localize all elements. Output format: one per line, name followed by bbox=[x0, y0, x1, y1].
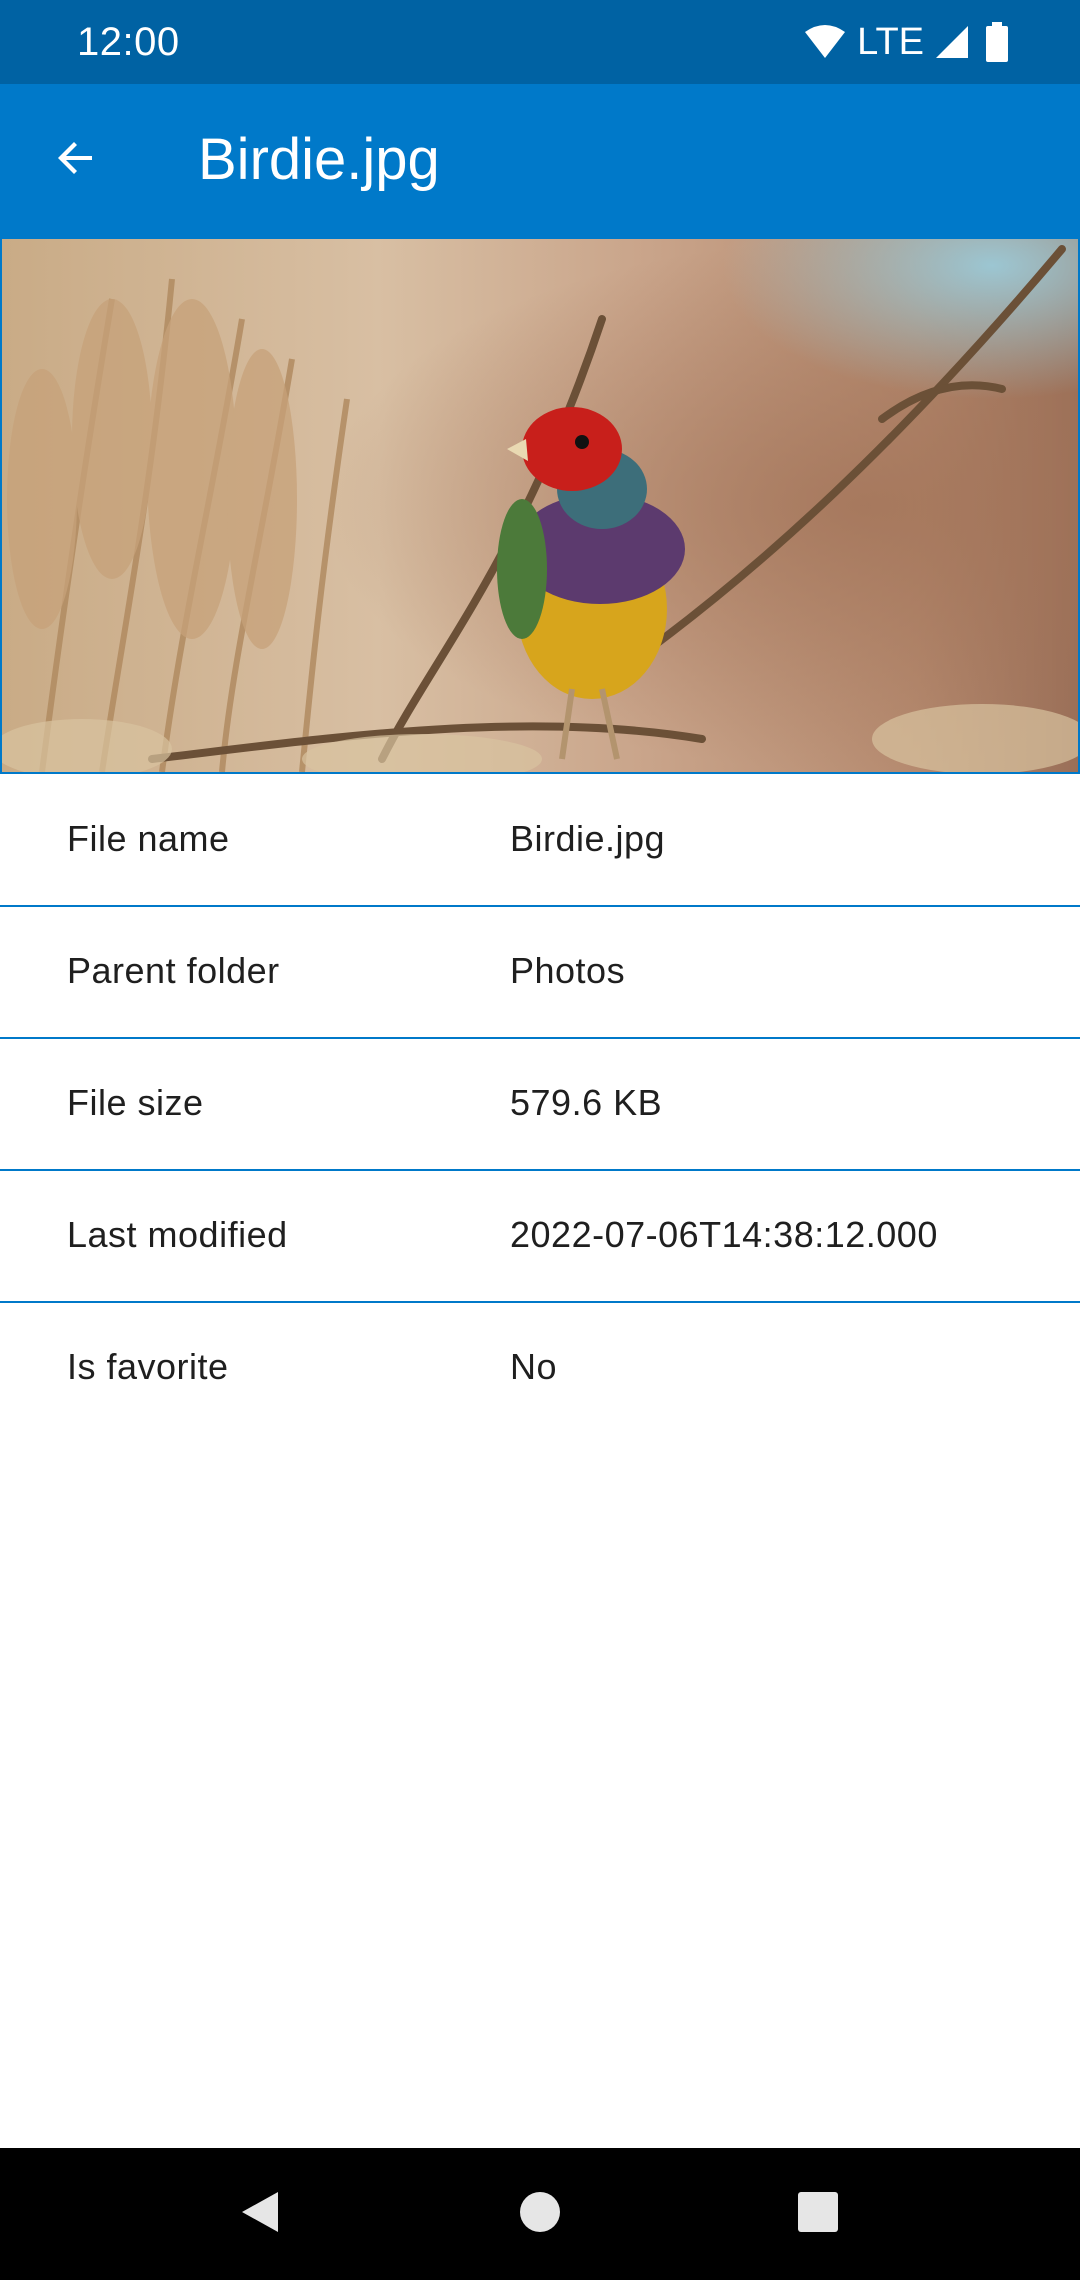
signal-icon bbox=[934, 24, 970, 60]
detail-value: 579.6 KB bbox=[510, 1082, 663, 1123]
app-bar: Birdie.jpg bbox=[0, 84, 1080, 237]
back-button[interactable] bbox=[36, 120, 116, 200]
nav-back-button[interactable] bbox=[230, 2184, 290, 2244]
detail-label: Is favorite bbox=[67, 1346, 229, 1387]
bird-photo bbox=[2, 239, 1078, 772]
nav-home-button[interactable] bbox=[510, 2184, 570, 2244]
detail-value: 2022-07-06T14:38:12.000 bbox=[510, 1214, 938, 1255]
nav-recents-button[interactable] bbox=[788, 2184, 848, 2244]
detail-label: File name bbox=[67, 818, 230, 859]
detail-label: Parent folder bbox=[67, 950, 280, 991]
nav-back-icon bbox=[238, 2188, 282, 2241]
nav-recents-icon bbox=[797, 2191, 839, 2238]
photo-preview bbox=[0, 237, 1080, 774]
wifi-icon bbox=[803, 24, 847, 60]
file-details-list: File name Birdie.jpg Parent folder Photo… bbox=[0, 775, 1080, 1433]
detail-row-file-name: File name Birdie.jpg bbox=[0, 775, 1080, 907]
status-time: 12:00 bbox=[77, 20, 180, 64]
system-nav-bar bbox=[0, 2148, 1080, 2280]
nav-home-icon bbox=[518, 2190, 562, 2239]
detail-row-last-modified: Last modified 2022-07-06T14:38:12.000 bbox=[0, 1171, 1080, 1303]
detail-row-file-size: File size 579.6 KB bbox=[0, 1039, 1080, 1171]
detail-row-is-favorite: Is favorite No bbox=[0, 1303, 1080, 1433]
page-title: Birdie.jpg bbox=[198, 127, 440, 192]
detail-value: No bbox=[510, 1346, 558, 1387]
detail-label: File size bbox=[67, 1082, 204, 1123]
status-bar: 12:00 LTE bbox=[0, 0, 1080, 84]
detail-value: Photos bbox=[510, 950, 626, 991]
status-icons: LTE bbox=[803, 20, 1008, 64]
detail-value: Birdie.jpg bbox=[510, 818, 666, 859]
file-details-screen: 12:00 LTE Birdie.jpg File name Birdie.jp… bbox=[0, 0, 1080, 2280]
detail-row-parent-folder: Parent folder Photos bbox=[0, 907, 1080, 1039]
network-type-label: LTE bbox=[857, 21, 924, 63]
battery-icon bbox=[986, 22, 1008, 62]
arrow-left-icon bbox=[52, 134, 100, 187]
detail-label: Last modified bbox=[67, 1214, 288, 1255]
